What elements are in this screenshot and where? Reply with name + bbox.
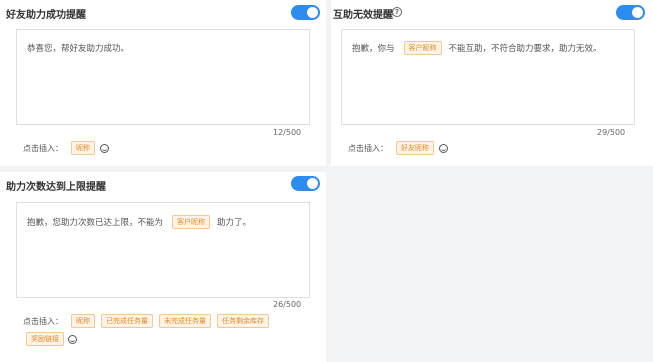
insert-chip-nickname[interactable]: 昵称 bbox=[71, 141, 95, 155]
mutual-invalid-message-input[interactable]: 抱歉，你与 客户昵称 不能互助，不符合助力要求，助力无效。 bbox=[341, 29, 635, 125]
message-chip-customer-nickname: 客户昵称 bbox=[403, 41, 442, 55]
toggle-knob bbox=[632, 7, 643, 18]
insert-label: 点击插入： bbox=[348, 143, 388, 153]
insert-chip-reward-link[interactable]: 奖励链接 bbox=[26, 332, 64, 346]
friend-success-message: 恭喜您，帮好友助力成功。 bbox=[27, 44, 130, 54]
toggle-knob bbox=[307, 7, 318, 18]
insert-chip-uncompleted-tasks[interactable]: 未完成任务量 bbox=[159, 314, 211, 328]
mutual-invalid-card: 互助无效提醒 ? 抱歉，你与 客户昵称 不能互助，不符合助力要求，助力无效。 2… bbox=[331, 0, 653, 166]
insert-chip-friend-nickname[interactable]: 好友昵称 bbox=[396, 141, 434, 155]
toggle-knob bbox=[307, 178, 318, 189]
limit-reached-toggle[interactable] bbox=[291, 176, 320, 191]
limit-reached-counter: 26/500 bbox=[273, 300, 302, 309]
insert-label: 点击插入： bbox=[23, 316, 63, 326]
friend-success-title: 好友助力成功提醒 bbox=[6, 10, 86, 21]
limit-reached-title: 助力次数达到上限提醒 bbox=[6, 182, 106, 193]
smile-icon[interactable] bbox=[68, 334, 77, 344]
mutual-invalid-counter: 29/500 bbox=[597, 128, 626, 137]
insert-label: 点击插入： bbox=[23, 143, 63, 153]
insert-chip-nickname[interactable]: 昵称 bbox=[71, 314, 95, 328]
question-circle-icon[interactable]: ? bbox=[392, 7, 402, 17]
friend-success-card: 好友助力成功提醒 恭喜您，帮好友助力成功。 12/500 点击插入： 昵称 bbox=[0, 0, 326, 166]
insert-chip-task-stock[interactable]: 任务剩余库存 bbox=[217, 314, 269, 328]
mutual-invalid-title: 互助无效提醒 bbox=[333, 10, 393, 21]
friend-success-insert-row: 点击插入： 昵称 bbox=[23, 141, 109, 155]
smile-icon[interactable] bbox=[100, 143, 109, 153]
limit-reached-insert-row-2: 奖励链接 bbox=[26, 332, 77, 346]
friend-success-counter: 12/500 bbox=[273, 128, 302, 137]
friend-success-toggle[interactable] bbox=[291, 5, 320, 20]
insert-chip-completed-tasks[interactable]: 已完成任务量 bbox=[101, 314, 153, 328]
limit-reached-card: 助力次数达到上限提醒 抱歉，您助力次数已达上限，不能为 客户昵称 助力了。 26… bbox=[0, 172, 326, 362]
friend-success-message-input[interactable]: 恭喜您，帮好友助力成功。 bbox=[16, 29, 310, 125]
mutual-invalid-message: 抱歉，你与 客户昵称 不能互助，不符合助力要求，助力无效。 bbox=[352, 41, 602, 55]
mutual-invalid-insert-row: 点击插入： 好友昵称 bbox=[348, 141, 448, 155]
mutual-invalid-toggle[interactable] bbox=[616, 5, 645, 20]
smile-icon[interactable] bbox=[439, 143, 448, 153]
limit-reached-message-input[interactable]: 抱歉，您助力次数已达上限，不能为 客户昵称 助力了。 bbox=[16, 202, 310, 298]
limit-reached-insert-row: 点击插入： 昵称 已完成任务量 未完成任务量 任务剩余库存 bbox=[23, 314, 275, 328]
message-chip-customer-nickname: 客户昵称 bbox=[172, 215, 211, 229]
limit-reached-message: 抱歉，您助力次数已达上限，不能为 客户昵称 助力了。 bbox=[27, 215, 251, 229]
